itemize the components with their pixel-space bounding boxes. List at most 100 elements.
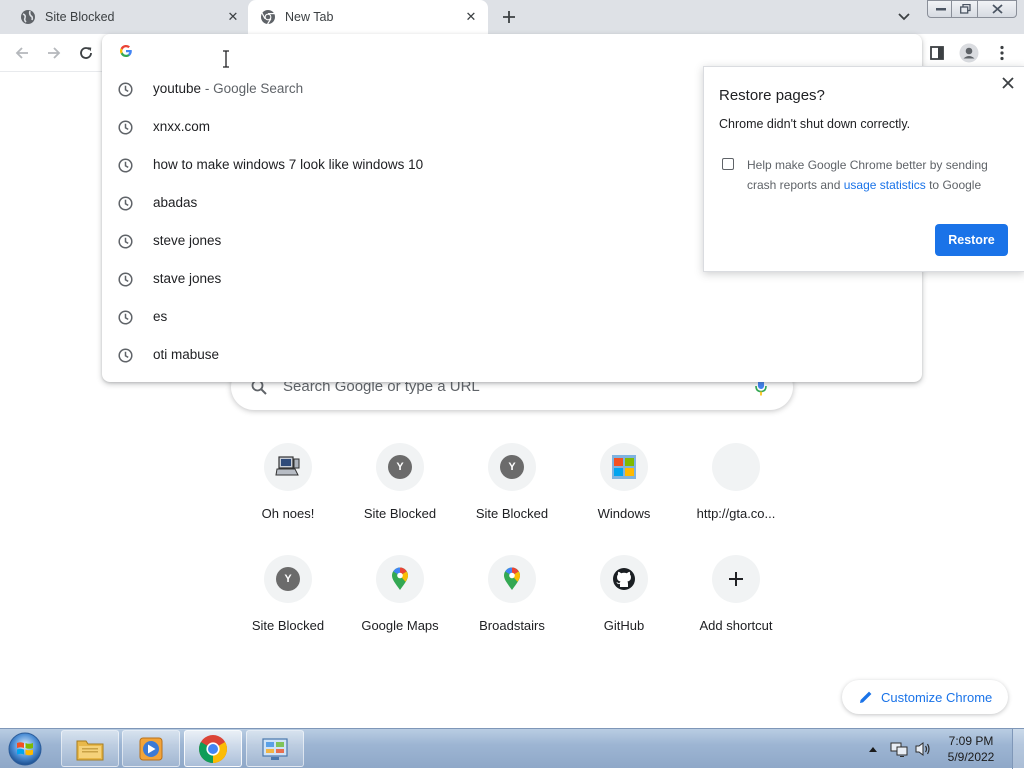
omnibox-input[interactable] <box>152 40 852 64</box>
suggestion-query: abadas <box>153 195 198 210</box>
show-desktop-button[interactable] <box>1012 729 1024 769</box>
media-player-icon <box>139 737 163 760</box>
suggestion-text: xnxx.com <box>153 119 210 134</box>
restore-window-button[interactable] <box>951 0 979 18</box>
shortcut-tile[interactable]: Oh noes! <box>232 443 344 543</box>
history-clock-icon <box>118 196 133 211</box>
clock-time: 7:09 PM <box>948 734 994 748</box>
windows-thumb-icon <box>612 455 636 479</box>
clock-date: 5/9/2022 <box>947 750 995 764</box>
shortcut-icon-circle: Y <box>264 555 312 603</box>
shortcut-icon-circle <box>712 555 760 603</box>
shortcut-tile[interactable]: http://gta.co... <box>680 443 792 543</box>
shortcut-tile[interactable]: Y Site Blocked <box>232 555 344 655</box>
maps-pin-icon <box>391 567 409 591</box>
history-clock-icon <box>118 158 133 173</box>
suggestion-separator: - <box>204 81 210 96</box>
back-button[interactable] <box>11 42 33 64</box>
windows-taskbar: 7:09 PM 5/9/2022 <box>0 728 1024 769</box>
customize-chrome-button[interactable]: Customize Chrome <box>842 680 1008 714</box>
pencil-icon <box>860 691 872 703</box>
crash-report-checkbox[interactable] <box>722 158 734 170</box>
history-clock-icon <box>118 310 133 325</box>
menu-button[interactable] <box>991 42 1013 64</box>
omnibox-row <box>102 34 922 70</box>
close-icon[interactable]: ✕ <box>462 8 480 26</box>
history-clock-icon <box>118 272 133 287</box>
close-window-button[interactable] <box>977 0 1017 18</box>
customize-chrome-label: Customize Chrome <box>881 689 993 705</box>
taskbar-chrome[interactable] <box>184 730 242 767</box>
taskbar-media-player[interactable] <box>122 730 180 767</box>
shortcut-tile[interactable]: Windows <box>568 443 680 543</box>
suggestion-text: youtube - Google Search <box>153 81 303 96</box>
restore-window-icon <box>959 4 971 14</box>
control-panel-icon <box>262 737 288 760</box>
taskbar-control-panel[interactable] <box>246 730 304 767</box>
taskbar-clock[interactable]: 7:09 PM 5/9/2022 <box>940 733 1002 765</box>
omnibox-suggestion[interactable]: es <box>102 298 922 336</box>
shortcut-tile[interactable]: Y Site Blocked <box>456 443 568 543</box>
suggestion-text: oti mabuse <box>153 347 219 362</box>
shortcut-tile[interactable]: Y Site Blocked <box>344 443 456 543</box>
shortcut-label: Google Maps <box>361 618 439 633</box>
shortcut-label: Site Blocked <box>251 618 325 633</box>
network-icon <box>890 742 908 757</box>
shortcut-label: Add shortcut <box>699 618 773 633</box>
shortcut-tile[interactable]: Google Maps <box>344 555 456 655</box>
shortcut-label: Site Blocked <box>363 506 437 521</box>
shortcut-tile[interactable]: Broadstairs <box>456 555 568 655</box>
windows-logo-icon <box>8 732 42 766</box>
shortcut-tile[interactable]: GitHub <box>568 555 680 655</box>
shortcut-label: Windows <box>597 506 651 521</box>
shortcut-icon-circle: Y <box>488 443 536 491</box>
y-badge-icon: Y <box>500 455 524 479</box>
suggestion-text: steve jones <box>153 233 221 248</box>
tab-strip: Site Blocked ✕ New Tab ✕ <box>0 0 1024 34</box>
close-icon[interactable]: ✕ <box>224 8 242 26</box>
tab-new-tab[interactable]: New Tab ✕ <box>248 0 488 34</box>
suggestion-query: stave jones <box>153 271 222 286</box>
shortcut-icon-circle <box>488 555 536 603</box>
suggestion-text: abadas <box>153 195 197 210</box>
tray-volume[interactable] <box>914 737 932 761</box>
shortcut-label: http://gta.co... <box>696 506 776 521</box>
usage-statistics-link[interactable]: usage statistics <box>844 178 926 192</box>
profile-button[interactable] <box>958 42 980 64</box>
y-badge-icon: Y <box>388 455 412 479</box>
history-clock-icon <box>118 82 133 97</box>
suggestion-query: youtube <box>153 81 202 96</box>
omnibox-suggestion[interactable]: oti mabuse <box>102 336 922 374</box>
start-button[interactable] <box>5 731 45 767</box>
forward-button[interactable] <box>43 42 65 64</box>
shortcut-icon-circle: Y <box>376 443 424 491</box>
taskbar-explorer[interactable] <box>61 730 119 767</box>
add-shortcut-tile[interactable]: Add shortcut <box>680 555 792 655</box>
reload-button[interactable] <box>75 42 97 64</box>
tray-network[interactable] <box>890 737 908 761</box>
shortcut-label: GitHub <box>603 618 645 633</box>
history-clock-icon <box>118 348 133 363</box>
plus-icon <box>503 11 515 23</box>
history-clock-icon <box>118 234 133 249</box>
tray-expand-button[interactable] <box>868 737 878 761</box>
tab-title: New Tab <box>285 10 334 24</box>
tab-search-button[interactable] <box>894 8 914 26</box>
tab-site-blocked[interactable]: Site Blocked ✕ <box>0 0 248 34</box>
suggestion-suffix: Google Search <box>213 81 304 96</box>
new-tab-button[interactable] <box>498 6 520 28</box>
restore-message: Chrome didn't shut down correctly. <box>719 117 911 131</box>
suggestion-text: es <box>153 309 167 324</box>
restore-button[interactable]: Restore <box>935 224 1008 256</box>
close-icon[interactable] <box>1000 75 1016 91</box>
shortcut-icon-circle <box>712 443 760 491</box>
suggestion-query: oti mabuse <box>153 347 220 362</box>
shortcut-label: Broadstairs <box>479 618 545 633</box>
side-panel-button[interactable] <box>926 42 948 64</box>
plus-icon <box>728 571 744 587</box>
google-g-icon <box>120 45 132 57</box>
restore-pages-bubble: Restore pages? Chrome didn't shut down c… <box>703 66 1024 272</box>
shortcut-label: Site Blocked <box>475 506 549 521</box>
suggestion-text: stave jones <box>153 271 221 286</box>
suggestion-query: steve jones <box>153 233 222 248</box>
